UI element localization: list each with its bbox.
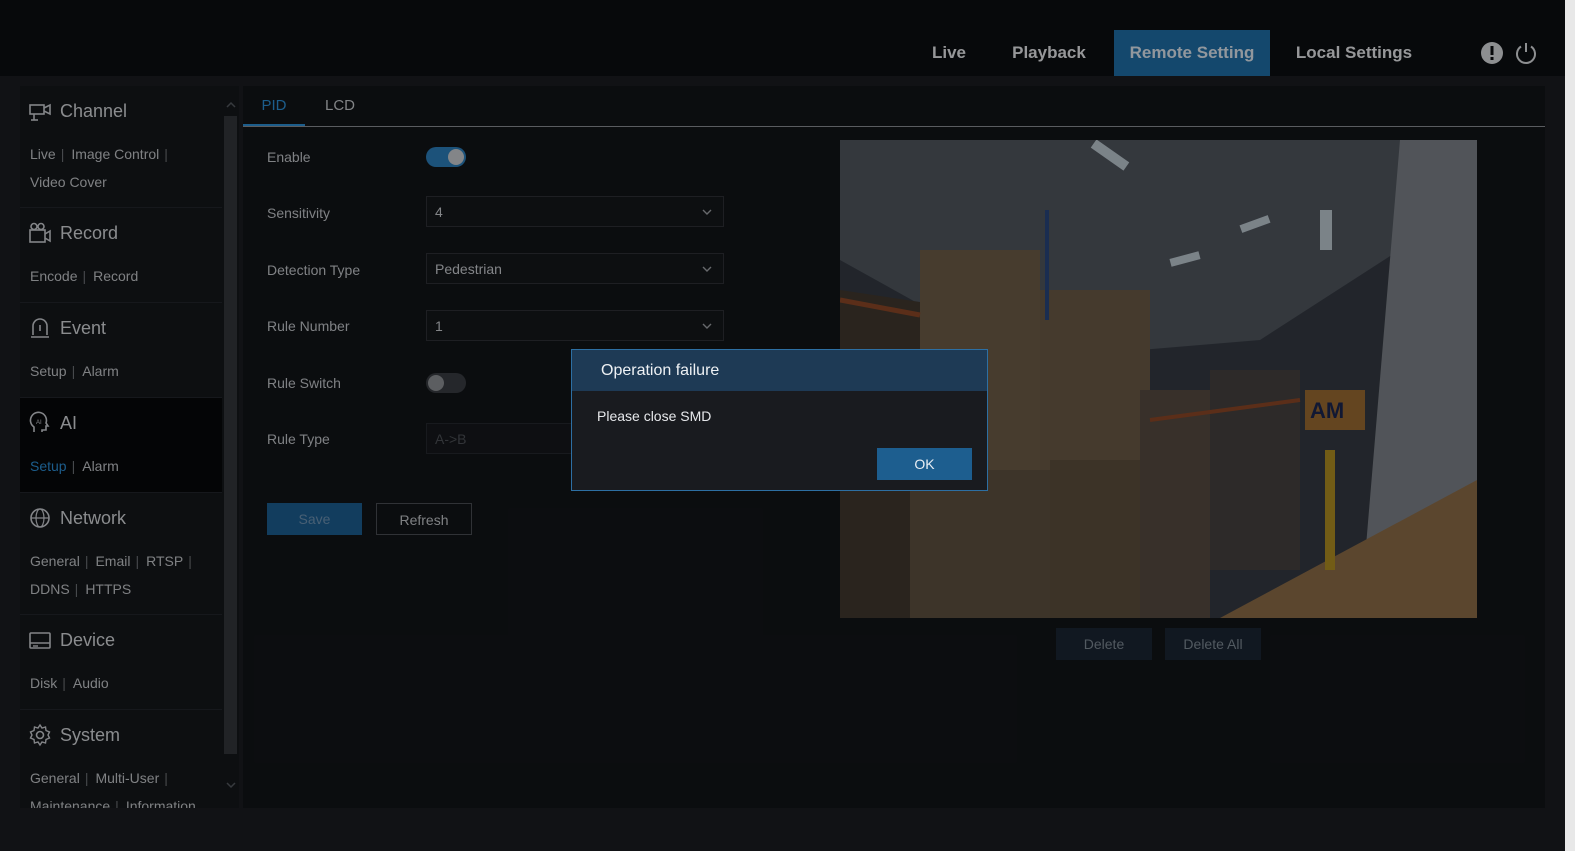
operation-failure-dialog: Operation failure Please close SMD OK [571,349,988,491]
ok-button[interactable]: OK [877,448,972,480]
dialog-title: Operation failure [601,362,720,379]
browser-edge [1565,0,1575,851]
dialog-message: Please close SMD [597,408,712,424]
dialog-header: Operation failure [572,350,987,391]
